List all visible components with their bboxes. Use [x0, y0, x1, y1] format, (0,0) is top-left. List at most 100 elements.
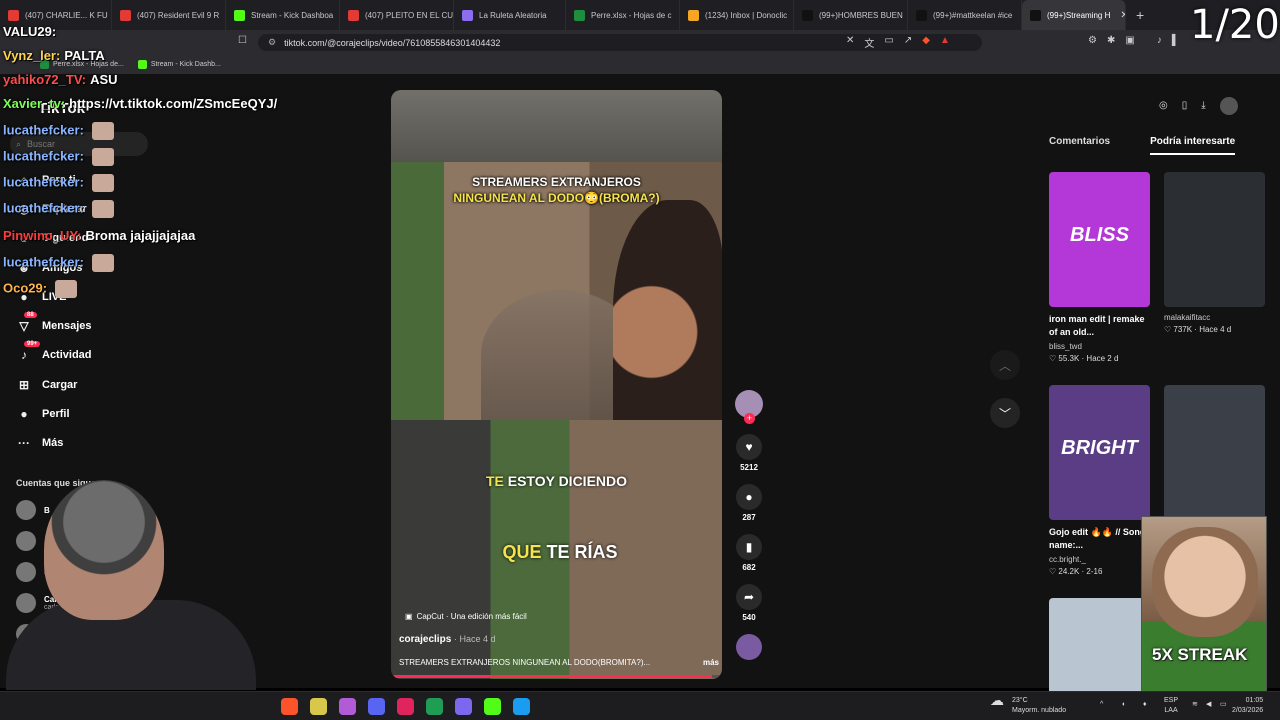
creator-avatar[interactable]: + [735, 390, 763, 424]
new-tab-button[interactable]: + [1136, 7, 1144, 23]
like-button[interactable]: ♥ 5212 [736, 434, 762, 472]
lang-bottom: LAA [1164, 707, 1178, 714]
right-panel-icons: ◎ ▯ ⤓ [1159, 97, 1238, 115]
speaker-icon[interactable]: ◀ [1206, 700, 1211, 710]
bookmark-item[interactable]: Stream - Kick Dashb... [137, 59, 221, 69]
network-icon[interactable]: ◐ [1122, 700, 1126, 710]
tab-close-icon[interactable]: ✕ [1120, 10, 1125, 21]
taskbar-app-icon[interactable] [397, 698, 414, 715]
next-video-button[interactable]: ﹀ [990, 398, 1020, 428]
user-avatar[interactable] [1219, 97, 1238, 115]
music-icon[interactable]: ♪ [1157, 35, 1162, 46]
taskbar-app-icon[interactable] [339, 698, 356, 715]
heart-icon: ♥ [736, 434, 762, 460]
puzzle-icon[interactable]: ✱ [1107, 35, 1115, 46]
screenshot-icon[interactable]: ▣ [1125, 35, 1134, 46]
tab-title: Stream - Kick Dashboa [251, 10, 334, 20]
battery-icon[interactable]: ▭ [1220, 700, 1227, 710]
browser-tab[interactable]: La Ruleta Aleatoria [454, 0, 566, 30]
translate-icon[interactable]: 文 [864, 35, 874, 50]
author-name: corajeclips [399, 634, 452, 645]
stream-counter: 1/20 [1190, 2, 1280, 48]
tab-favicon-icon [120, 9, 131, 21]
tab-title: (407) PLEITO EN EL CU [365, 10, 454, 20]
sidebar-icon[interactable]: ▌ [1172, 35, 1179, 46]
tab-favicon-icon [802, 9, 813, 21]
chat-message: lucathefcker: [3, 148, 114, 166]
video-progress-bar[interactable] [391, 675, 722, 678]
tab-suggested[interactable]: Podría interesarte [1150, 136, 1236, 155]
browser-tab[interactable]: (407) PLEITO EN EL CU [340, 0, 454, 30]
browser-tab[interactable]: Perre.xlsx - Hojas de c [566, 0, 680, 30]
taskbar-app-icon[interactable] [281, 698, 298, 715]
site-settings-icon[interactable]: ⚙ [268, 37, 276, 48]
browser-tab[interactable]: (407) Resident Evil 9 R [112, 0, 226, 30]
share-count: 540 [742, 613, 756, 622]
chevron-up-icon[interactable]: ^ [1100, 700, 1103, 710]
share-icon[interactable]: ↗ [904, 35, 912, 50]
tab-comments[interactable]: Comentarios [1049, 136, 1110, 155]
browser-tab[interactable]: (99+)#mattkeelan #ice [908, 0, 1022, 30]
taskbar-app-icon[interactable] [484, 698, 501, 715]
video-player[interactable]: STREAMERS EXTRANJEROS NINGUNEAN AL DODO😳… [391, 90, 722, 679]
share-button[interactable]: ➦ 540 [736, 584, 762, 622]
suggested-video-card[interactable]: malakaifitacc ♡ 737K · Hace 4 d [1164, 172, 1265, 334]
video-navigation: ︿ ﹀ [990, 350, 1020, 428]
sidebar-item-label: Actividad [42, 349, 92, 361]
card-title: iron man edit | remake of an old... [1049, 314, 1145, 337]
suggested-video-card[interactable]: BRIGHT Gojo edit 🔥🔥 // Song name:... cc.br… [1049, 385, 1150, 576]
browser-tab[interactable]: Stream - Kick Dashboa [226, 0, 340, 30]
chat-username: lucathefcker: [3, 254, 84, 270]
video-thumbnail[interactable]: BLISS [1049, 172, 1150, 307]
browser-tab[interactable]: (99+)Streaming H ✕ [1022, 0, 1126, 30]
comment-button[interactable]: ● 287 [736, 484, 762, 522]
taskbar-app-icon[interactable] [513, 698, 530, 715]
rewards-icon[interactable]: ▲ [940, 35, 950, 50]
microphone-icon[interactable]: ♦ [1143, 700, 1147, 710]
phone-icon[interactable]: ▯ [1182, 100, 1188, 115]
bookmark-icon[interactable]: ☐ [238, 35, 247, 46]
sidebar-item-perfil[interactable]: ● Perfil [16, 406, 69, 422]
language-indicator[interactable]: ESP LAA [1164, 696, 1178, 716]
tab-favicon-icon [8, 9, 19, 21]
more-button[interactable]: más [703, 658, 719, 667]
compass-icon[interactable]: ◎ [1159, 100, 1168, 115]
cast-icon[interactable]: ▭ [884, 35, 893, 50]
weather-widget[interactable]: 23°C Mayorm. nublado [1012, 696, 1066, 716]
taskbar-app-icon[interactable] [368, 698, 385, 715]
suggested-video-card[interactable] [1164, 385, 1265, 526]
save-button[interactable]: ▮ 682 [736, 534, 762, 572]
streak-text: 5X STREAK [1152, 645, 1248, 664]
taskbar-app-icon[interactable] [310, 698, 327, 715]
clock[interactable]: 01:05 2/03/2026 [1232, 696, 1263, 716]
download-icon[interactable]: ⤓ [1201, 100, 1205, 115]
video-thumbnail[interactable] [1164, 385, 1265, 520]
browser-tab[interactable]: (1234) Inbox | Donoclic [680, 0, 794, 30]
taskbar-app-icon[interactable] [455, 698, 472, 715]
sidebar-item-actividad[interactable]: ♪ 99+ Actividad [16, 341, 92, 363]
follow-plus-icon[interactable]: + [744, 413, 755, 424]
sidebar-item-mensajes[interactable]: ▽ 88 Mensajes [16, 312, 92, 334]
chat-username: lucathefcker: [3, 200, 84, 216]
browser-tab[interactable]: (99+)HOMBRES BUEN [794, 0, 908, 30]
chat-message: Oco29: [3, 280, 78, 298]
capcut-link[interactable]: ▣ CapCut · Una edición más fácil [405, 612, 527, 621]
mute-icon[interactable]: ✕ [846, 35, 854, 50]
extension-icon[interactable]: ⚙ [1088, 35, 1097, 46]
brave-shield-icon[interactable]: ◆ [922, 35, 930, 50]
save-count: 682 [742, 563, 756, 572]
tab-favicon-icon [348, 9, 359, 21]
suggested-video-card[interactable]: BLISS iron man edit | remake of an old...… [1049, 172, 1150, 363]
thumbnail-text: BRIGHT [1061, 437, 1138, 459]
previous-video-button[interactable]: ︿ [990, 350, 1020, 380]
wifi-icon[interactable]: ≋ [1192, 700, 1198, 710]
music-disc-icon[interactable] [736, 634, 762, 660]
taskbar-app-icon[interactable] [426, 698, 443, 715]
sidebar-item-cargar[interactable]: ⊞ Cargar [16, 377, 78, 393]
video-author[interactable]: corajeclips · Hace 4 d [399, 634, 496, 645]
woman-in-hat-shape [613, 200, 722, 420]
video-thumbnail[interactable]: BRIGHT [1049, 385, 1150, 520]
video-thumbnail[interactable] [1164, 172, 1265, 307]
chat-emote-icon [55, 280, 78, 298]
sidebar-item-más[interactable]: ··· Más [16, 435, 63, 451]
